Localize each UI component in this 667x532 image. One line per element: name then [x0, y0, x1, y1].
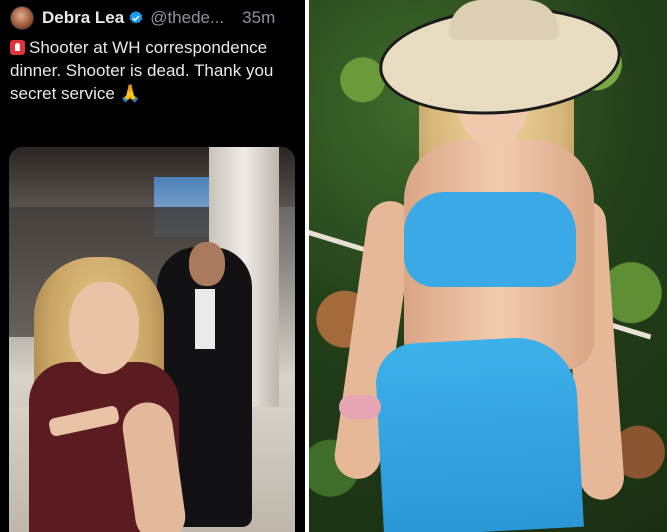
tweet-body: Shooter at WH correspondence dinner. Sho… [10, 38, 274, 103]
man-shirt [195, 289, 215, 349]
verified-badge-icon [129, 11, 143, 24]
sun-hat-crown [449, 0, 559, 40]
blue-skirt [374, 334, 584, 532]
blue-bikini-top [404, 192, 576, 287]
tweet-photo[interactable] [9, 147, 295, 532]
second-photo[interactable] [309, 0, 667, 532]
avatar[interactable] [10, 6, 34, 30]
siren-icon [10, 40, 25, 55]
tweet-header: Debra Lea @thede... 35m [10, 6, 300, 30]
tweet-text: Shooter at WH correspondence dinner. Sho… [10, 36, 300, 105]
display-name[interactable]: Debra Lea [42, 8, 124, 28]
pink-scrunchie [339, 395, 381, 419]
handle[interactable]: @thede... [150, 8, 224, 28]
timestamp[interactable]: 35m [242, 8, 275, 28]
praying-hands-icon: 🙏 [119, 84, 141, 103]
woman-face [69, 282, 139, 374]
tweet-screenshot: Debra Lea @thede... 35m Shooter at WH co… [0, 0, 305, 532]
man-head [189, 242, 225, 286]
